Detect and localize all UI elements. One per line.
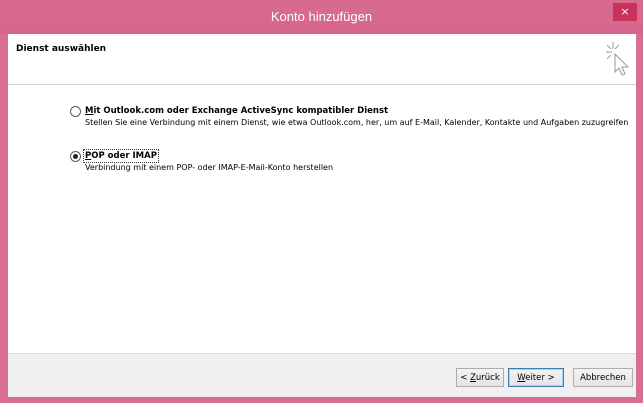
wizard-content: Mit Outlook.com oder Exchange ActiveSync…	[8, 85, 636, 353]
option-pop-imap-description: Verbindung mit einem POP- oder IMAP-E-Ma…	[85, 163, 334, 172]
option-pop-imap-label[interactable]: POP oder IMAP	[83, 149, 159, 163]
back-button[interactable]: < Zurück	[456, 368, 504, 387]
close-button[interactable]: ×	[613, 3, 637, 21]
dialog-window: Konto hinzufügen × Dienst auswählen Mit …	[0, 0, 643, 403]
wizard-cursor-icon	[606, 42, 630, 76]
title-bar[interactable]: Konto hinzufügen ×	[0, 0, 643, 34]
next-button[interactable]: Weiter >	[508, 368, 564, 387]
radio-outlook-exchange[interactable]	[70, 106, 81, 117]
page-title: Dienst auswählen	[16, 44, 107, 54]
close-icon: ×	[620, 5, 630, 18]
option-outlook-exchange-description: Stellen Sie eine Verbindung mit einem Di…	[85, 118, 629, 127]
wizard-header: Dienst auswählen	[8, 34, 636, 85]
cancel-button[interactable]: Abbrechen	[573, 368, 633, 387]
dialog-client-area: Dienst auswählen Mit Outlook.com oder Ex…	[8, 34, 636, 397]
radio-pop-imap[interactable]	[70, 151, 81, 162]
window-title: Konto hinzufügen	[270, 9, 373, 24]
option-outlook-exchange-label[interactable]: Mit Outlook.com oder Exchange ActiveSync…	[85, 106, 388, 116]
wizard-footer: < Zurück Weiter > Abbrechen	[8, 353, 636, 397]
